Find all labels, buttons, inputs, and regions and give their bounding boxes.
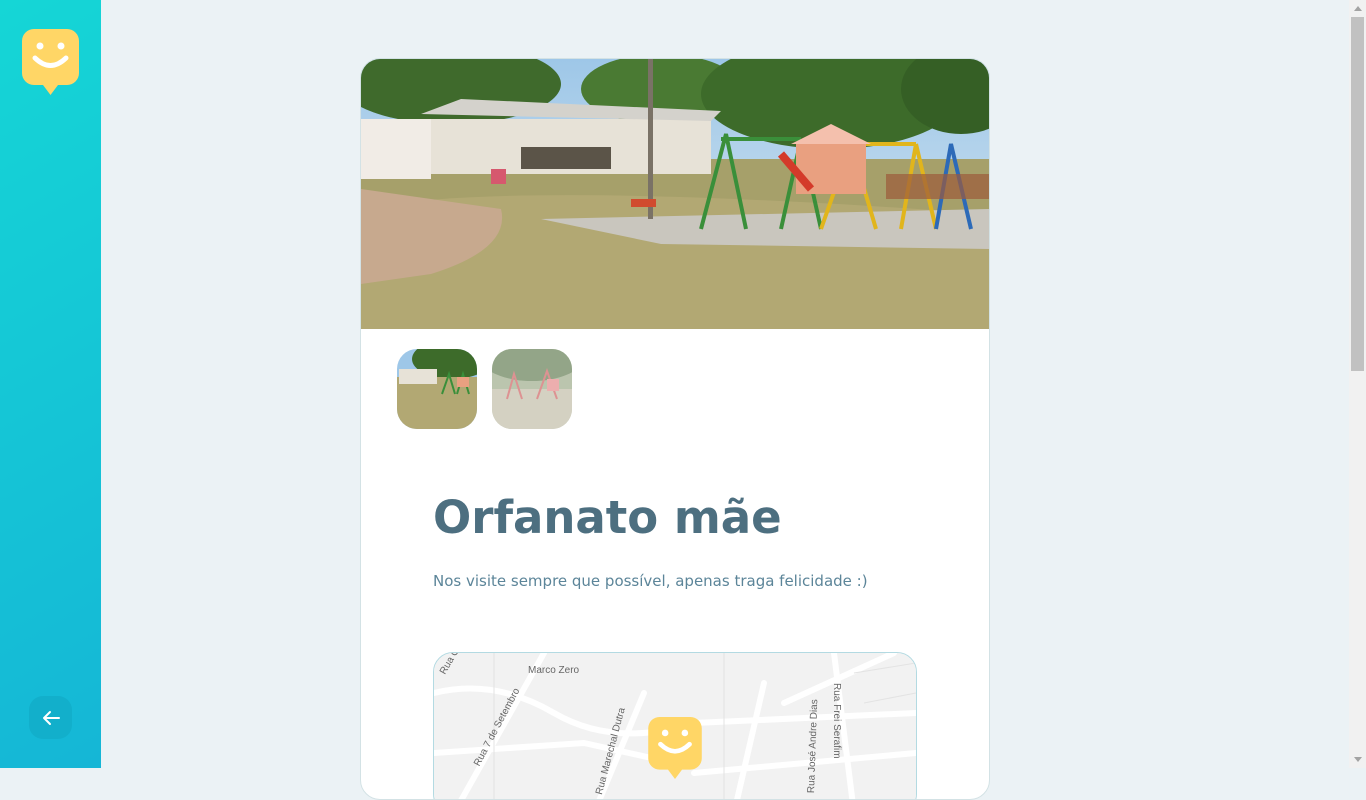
orphanage-main-image [361,59,989,329]
scrollbar-thumb[interactable] [1351,17,1364,371]
page-scrollbar[interactable] [1349,0,1366,768]
thumbnail-image-1[interactable] [397,349,477,429]
sidebar [0,0,101,768]
location-map[interactable]: Marco Zero Rua 7 de Setembro Rua Marecha… [433,652,917,799]
orphanage-about: Nos visite sempre que possível, apenas t… [433,572,868,590]
thumbnail-image-1-photo [397,349,477,429]
map-label-frei-serafim: Rua Frei Serafim [831,683,842,759]
back-button[interactable] [29,696,72,739]
scroll-down-arrow-icon[interactable] [1349,751,1366,768]
arrow-left-icon [42,710,60,725]
thumbnail-image-2-photo [492,349,572,429]
map-marker-icon[interactable] [648,717,702,779]
thumbnail-image-2[interactable] [492,349,572,429]
map-label-marco-zero: Marco Zero [528,665,580,676]
scroll-up-arrow-icon[interactable] [1349,0,1366,17]
orphanage-name: Orfanato mãe [433,491,782,544]
happy-map-marker-icon[interactable] [22,29,79,95]
orphanage-details-card: Orfanato mãe Nos visite sempre que possí… [360,58,990,800]
